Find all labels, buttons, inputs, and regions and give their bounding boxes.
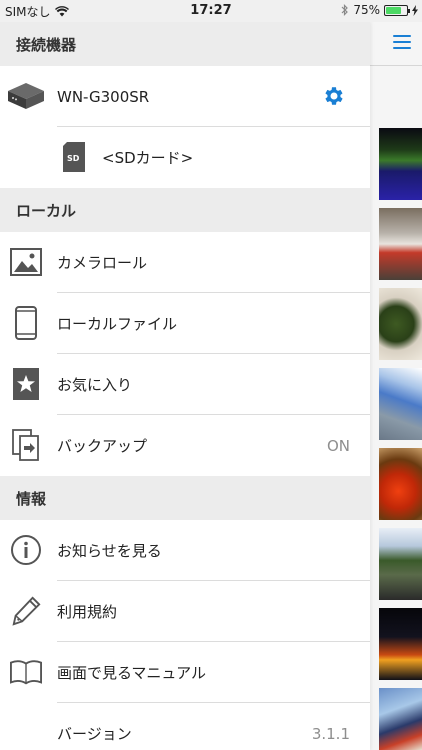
bluetooth-icon (341, 4, 349, 16)
svg-text:SD: SD (67, 154, 80, 163)
gear-icon[interactable] (322, 84, 346, 108)
book-icon (10, 656, 42, 688)
menu-label: 画面で見るマニュアル (57, 664, 206, 682)
side-menu: 接続機器 WN-G300SR SD <SDカード> ローカル カメラロール ロー… (0, 22, 370, 750)
section-header-local: ローカル (0, 188, 370, 232)
photo-icon (10, 246, 42, 278)
photo-thumbnail[interactable] (379, 208, 422, 280)
menu-item-camera-roll[interactable]: カメラロール (0, 232, 370, 293)
photo-thumbnail[interactable] (379, 608, 422, 680)
menu-label: お知らせを見る (57, 542, 162, 560)
main-content-peek (370, 22, 422, 750)
device-item-router[interactable]: WN-G300SR (0, 66, 370, 127)
menu-item-version: バージョン 3.1.1 (0, 703, 370, 750)
photo-thumbnail[interactable] (379, 688, 422, 750)
menu-label: バックアップ (57, 437, 148, 455)
menu-item-manual[interactable]: 画面で見るマニュアル (0, 642, 370, 703)
status-right: 75% (341, 3, 418, 17)
menu-item-favorites[interactable]: お気に入り (0, 354, 370, 415)
battery-percent: 75% (353, 3, 380, 17)
version-label: バージョン (57, 725, 132, 743)
device-item-sd-card[interactable]: SD <SDカード> (0, 127, 370, 188)
pen-icon (10, 595, 42, 627)
sd-card-label: <SDカード> (102, 149, 194, 167)
nav-bar (370, 22, 422, 66)
version-value: 3.1.1 (311, 724, 350, 743)
menu-label: 利用規約 (57, 603, 118, 621)
menu-item-local-files[interactable]: ローカルファイル (0, 293, 370, 354)
phone-icon (10, 306, 42, 340)
menu-item-backup[interactable]: バックアップ ON (0, 415, 370, 476)
menu-label: お気に入り (57, 376, 133, 394)
star-icon (10, 368, 42, 400)
charging-icon (412, 4, 418, 16)
photo-thumbnail[interactable] (379, 288, 422, 360)
menu-item-notices[interactable]: お知らせを見る (0, 520, 370, 581)
menu-label: カメラロール (57, 254, 148, 272)
battery-icon (384, 4, 410, 16)
backup-status: ON (326, 436, 350, 455)
photo-thumbnail[interactable] (379, 528, 422, 600)
section-header-info: 情報 (0, 476, 370, 520)
status-bar: SIMなし 17:27 75% (0, 0, 422, 22)
menu-item-terms[interactable]: 利用規約 (0, 581, 370, 642)
menu-label: ローカルファイル (57, 315, 178, 333)
section-header-devices: 接続機器 (0, 22, 370, 66)
info-icon (10, 534, 42, 566)
hamburger-menu-icon[interactable] (393, 35, 411, 49)
backup-icon (10, 429, 42, 461)
photo-thumbnail[interactable] (379, 368, 422, 440)
sd-card-icon: SD (58, 141, 90, 173)
router-icon (6, 79, 46, 113)
photo-thumbnail[interactable] (379, 448, 422, 520)
photo-thumbnail[interactable] (379, 128, 422, 200)
device-name: WN-G300SR (57, 87, 150, 106)
